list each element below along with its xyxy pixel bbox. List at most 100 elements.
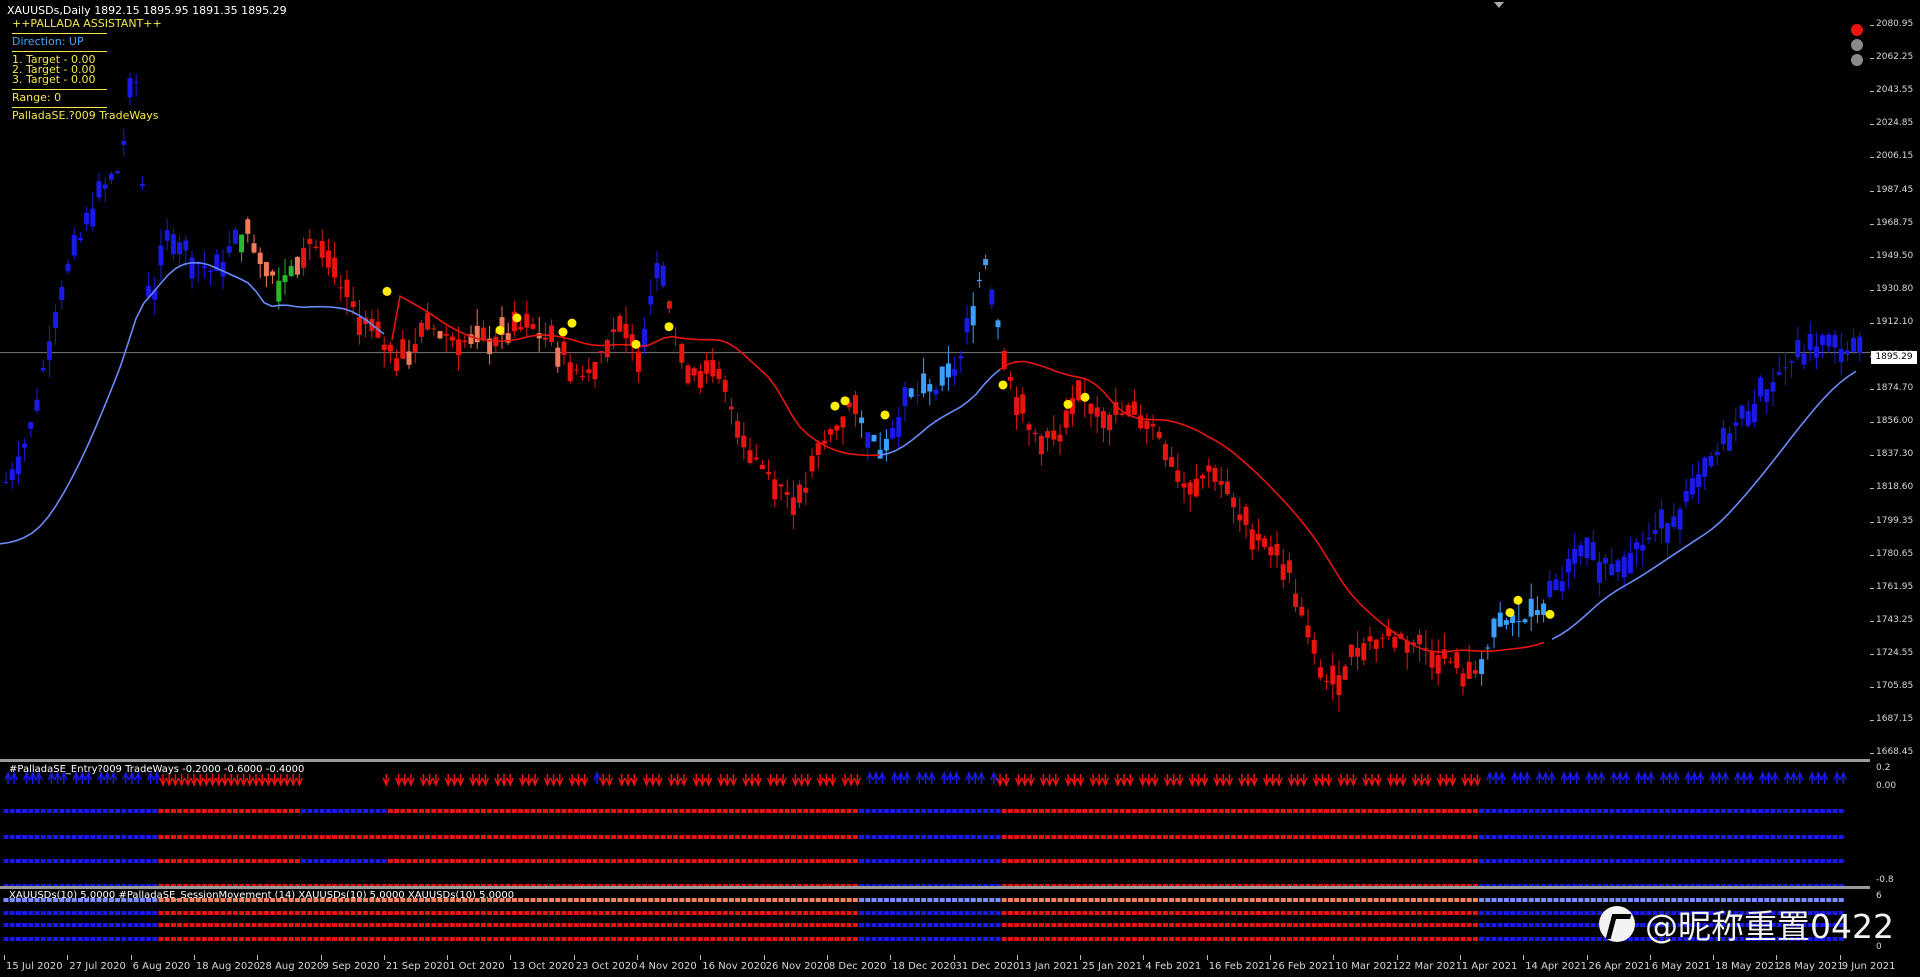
entry-signal-cell <box>976 859 982 863</box>
session-cell <box>1336 911 1342 915</box>
entry-signal-cell <box>846 884 852 886</box>
session-cell <box>1404 898 1410 902</box>
entry-signal-cell <box>1727 859 1733 863</box>
entry-signal-cell <box>1441 835 1447 839</box>
session-cell <box>505 898 511 902</box>
session-cell <box>1243 911 1249 915</box>
session-cell <box>1138 923 1144 927</box>
session-cell <box>375 898 381 902</box>
down-arrow-icon <box>1386 774 1395 787</box>
session-cell <box>549 898 555 902</box>
session-cell <box>598 911 604 915</box>
candle-body <box>90 208 96 227</box>
entry-signal-cell <box>9 859 15 863</box>
entry-signal-cell <box>654 809 660 813</box>
entry-signal-cell <box>22 809 28 813</box>
entry-signal-cell <box>735 809 741 813</box>
entry-signal-cell <box>40 884 46 886</box>
session-cell <box>307 937 313 941</box>
price-chart[interactable] <box>0 0 1870 760</box>
session-cell <box>214 911 220 915</box>
entry-signal-cell <box>1007 884 1013 886</box>
entry-axis-bottom: -0.8 <box>1876 875 1894 885</box>
session-indicator-panel[interactable] <box>0 889 1870 955</box>
entry-signal-cell <box>976 835 982 839</box>
entry-signal-cell <box>493 835 499 839</box>
session-cell <box>883 898 889 902</box>
entry-signal-cell <box>468 835 474 839</box>
session-cell <box>1274 937 1280 941</box>
candle-body <box>902 387 908 407</box>
session-cell <box>338 937 344 941</box>
session-cell <box>1330 923 1336 927</box>
down-arrow-icon <box>394 774 403 787</box>
entry-signal-cell <box>418 835 424 839</box>
down-arrow-icon <box>742 774 750 787</box>
session-cell <box>1584 937 1590 941</box>
session-cell <box>1324 937 1330 941</box>
price-tick <box>1870 289 1874 291</box>
entry-signal-cell <box>747 835 753 839</box>
session-cell <box>313 898 319 902</box>
session-cell <box>3 923 9 927</box>
entry-signal-cell <box>1565 859 1571 863</box>
chart-window[interactable]: XAUUSDs,Daily 1892.15 1895.95 1891.35 18… <box>0 0 1920 977</box>
session-cell <box>790 937 796 941</box>
entry-signal-cell <box>1689 884 1695 886</box>
session-cell <box>741 923 747 927</box>
entry-signal-cell <box>1708 859 1714 863</box>
session-cell <box>840 937 846 941</box>
down-arrow-icon <box>1145 774 1153 787</box>
candle-body <box>1491 618 1497 638</box>
session-cell <box>970 911 976 915</box>
entry-signal-cell <box>629 809 635 813</box>
entry-signal-cell <box>1751 884 1757 886</box>
session-cell <box>400 911 406 915</box>
session-cell <box>1020 937 1026 941</box>
session-cell <box>1299 911 1305 915</box>
entry-signal-cell <box>1181 859 1187 863</box>
down-arrow-icon <box>1014 774 1023 787</box>
entry-signal-cell <box>1082 884 1088 886</box>
entry-signal-cell <box>201 884 207 886</box>
entry-signal-cell <box>1572 884 1578 886</box>
entry-signal-cell <box>487 859 493 863</box>
entry-signal-cell <box>226 884 232 886</box>
entry-signal-cell <box>1590 835 1596 839</box>
session-cell <box>1348 911 1354 915</box>
entry-signal-cell <box>1237 884 1243 886</box>
session-cell <box>1038 923 1044 927</box>
entry-signal-cell <box>1113 859 1119 863</box>
session-cell <box>1317 898 1323 902</box>
entry-signal-cell <box>573 809 579 813</box>
session-cell <box>412 911 418 915</box>
entry-signal-cell <box>890 859 896 863</box>
down-arrow-icon <box>283 774 291 787</box>
session-cell <box>183 923 189 927</box>
down-arrow-icon <box>425 774 434 787</box>
entry-signal-cell <box>679 835 685 839</box>
entry-indicator-panel[interactable] <box>0 762 1870 886</box>
entry-signal-cell <box>561 884 567 886</box>
entry-signal-cell <box>580 884 586 886</box>
entry-signal-cell <box>133 859 139 863</box>
session-cell <box>1249 923 1255 927</box>
candle-body <box>983 259 989 265</box>
candle-body <box>648 295 654 305</box>
candle-body <box>1237 514 1243 521</box>
session-cell <box>623 937 629 941</box>
session-cell <box>1528 937 1534 941</box>
entry-signal-cell <box>15 884 21 886</box>
session-cell <box>1522 937 1528 941</box>
entry-signal-cell <box>1485 884 1491 886</box>
entry-signal-cell <box>307 809 313 813</box>
entry-signal-cell <box>1076 859 1082 863</box>
session-cell <box>344 911 350 915</box>
down-arrow-icon <box>1120 774 1128 787</box>
session-cell <box>642 898 648 902</box>
session-cell <box>803 937 809 941</box>
signal-dot-icon <box>830 401 840 411</box>
entry-signal-cell <box>282 835 288 839</box>
entry-signal-cell <box>803 809 809 813</box>
entry-signal-cell <box>1007 859 1013 863</box>
